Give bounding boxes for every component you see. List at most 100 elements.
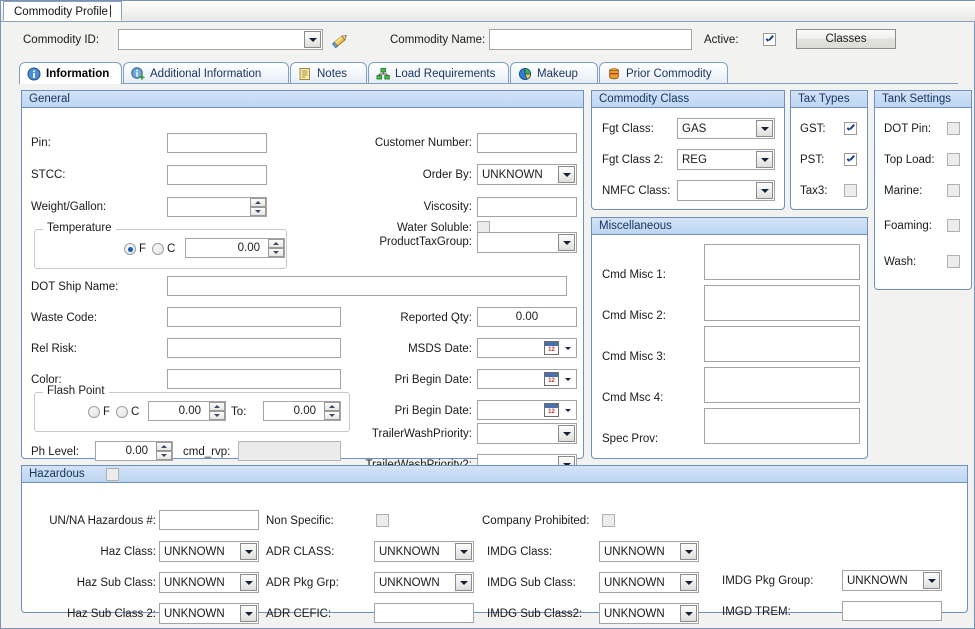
adr-class-combo[interactable]: UNKNOWN bbox=[374, 541, 474, 562]
fgt-class2-dropdown-button[interactable] bbox=[756, 151, 773, 168]
tab-information[interactable]: Information bbox=[19, 62, 122, 84]
pin-input[interactable] bbox=[167, 133, 267, 153]
product-tax-group-combo[interactable] bbox=[477, 232, 577, 253]
imdg-sub-class-combo[interactable]: UNKNOWN bbox=[599, 572, 699, 593]
foaming-checkbox[interactable] bbox=[947, 219, 960, 232]
customer-number-input[interactable] bbox=[477, 133, 577, 153]
wash-checkbox[interactable] bbox=[947, 255, 960, 268]
adr-pkg-grp-dropdown-button[interactable] bbox=[455, 574, 472, 591]
temperature-stepper-down[interactable] bbox=[268, 248, 284, 257]
document-tab-label: Commodity Profile bbox=[14, 6, 108, 18]
commodity-id-combo[interactable] bbox=[118, 29, 323, 50]
non-specific-checkbox[interactable] bbox=[376, 514, 389, 527]
trailer-wash-priority-dropdown-button[interactable] bbox=[558, 425, 575, 442]
temperature-stepper[interactable] bbox=[268, 239, 284, 257]
imdg-pkg-group-dropdown-button[interactable] bbox=[923, 572, 940, 589]
pst-checkbox[interactable] bbox=[844, 153, 857, 166]
flash-point-from-stepper-up[interactable] bbox=[209, 402, 225, 411]
company-prohibited-checkbox[interactable] bbox=[602, 514, 615, 527]
tab-prior-commodity[interactable]: Prior Commodity bbox=[599, 62, 728, 84]
pri-begin-date-picker-buttons[interactable]: 12 bbox=[508, 370, 574, 388]
product-tax-group-dropdown-button[interactable] bbox=[558, 234, 575, 251]
imdg-pkg-group-combo[interactable]: UNKNOWN bbox=[842, 570, 942, 591]
tab-additional-information[interactable]: Additional Information bbox=[123, 62, 289, 84]
msds-date-picker-buttons[interactable]: 12 bbox=[508, 339, 574, 357]
viscosity-input[interactable] bbox=[477, 197, 577, 217]
imdg-sub-class-dropdown-button[interactable] bbox=[680, 574, 697, 591]
active-checkbox[interactable] bbox=[763, 33, 776, 46]
pencil-icon[interactable] bbox=[331, 31, 351, 49]
trailer-wash-priority-combo[interactable] bbox=[477, 423, 577, 444]
flash-point-from-stepper[interactable] bbox=[209, 402, 225, 420]
haz-sub-class-combo[interactable]: UNKNOWN bbox=[159, 572, 259, 593]
flash-point-c-radio[interactable] bbox=[116, 406, 128, 418]
pri-begin-date-dropdown-button[interactable] bbox=[562, 378, 574, 381]
weight-gallon-stepper[interactable] bbox=[250, 198, 266, 216]
ph-level-stepper[interactable] bbox=[156, 442, 172, 460]
pri-begin-date2-picker-buttons[interactable]: 12 bbox=[508, 401, 574, 419]
imgd-trem-input[interactable] bbox=[842, 601, 942, 621]
temperature-stepper-up[interactable] bbox=[268, 239, 284, 248]
calendar-icon[interactable]: 12 bbox=[544, 403, 559, 417]
adr-class-value: UNKNOWN bbox=[379, 542, 453, 561]
stcc-input[interactable] bbox=[167, 165, 267, 185]
nmfc-class-value bbox=[682, 181, 754, 200]
reported-qty-input[interactable]: 0.00 bbox=[477, 307, 577, 327]
tax3-checkbox[interactable] bbox=[844, 184, 857, 197]
commodity-name-input[interactable] bbox=[489, 29, 692, 50]
commodity-id-dropdown-button[interactable] bbox=[304, 31, 321, 48]
nmfc-class-combo[interactable] bbox=[677, 180, 775, 201]
cmd-misc2-input[interactable] bbox=[704, 285, 860, 321]
order-by-dropdown-button[interactable] bbox=[558, 166, 575, 183]
chevron-down-icon bbox=[245, 612, 253, 616]
nmfc-class-dropdown-button[interactable] bbox=[756, 182, 773, 199]
calendar-icon[interactable]: 12 bbox=[544, 341, 559, 355]
flash-point-from-stepper-down[interactable] bbox=[209, 411, 225, 420]
top-load-checkbox[interactable] bbox=[947, 153, 960, 166]
tank-settings-panel: Tank Settings DOT Pin: Top Load: Marine:… bbox=[874, 90, 972, 290]
flash-point-f-radio[interactable] bbox=[88, 406, 100, 418]
calendar-icon[interactable]: 12 bbox=[544, 372, 559, 386]
imdg-sub-class2-dropdown-button[interactable] bbox=[680, 605, 697, 622]
fgt-class2-combo[interactable]: REG bbox=[677, 149, 775, 170]
tab-makeup[interactable]: Makeup bbox=[510, 62, 598, 84]
hazardous-enabled-checkbox[interactable] bbox=[106, 468, 119, 481]
adr-pkg-grp-combo[interactable]: UNKNOWN bbox=[374, 572, 474, 593]
adr-class-dropdown-button[interactable] bbox=[455, 543, 472, 560]
pri-begin-date2-dropdown-button[interactable] bbox=[562, 409, 574, 412]
tab-notes[interactable]: Notes bbox=[290, 62, 367, 84]
temperature-f-radio[interactable] bbox=[124, 243, 136, 255]
cmd-misc4-input[interactable] bbox=[704, 367, 860, 403]
classes-button[interactable]: Classes bbox=[796, 29, 896, 49]
haz-sub-class-dropdown-button[interactable] bbox=[240, 574, 257, 591]
haz-sub-class2-combo[interactable]: UNKNOWN bbox=[159, 603, 259, 624]
ph-level-stepper-down[interactable] bbox=[156, 451, 172, 460]
weight-gallon-stepper-up[interactable] bbox=[250, 198, 266, 207]
chevron-down-icon bbox=[214, 414, 220, 417]
unna-hazardous-input[interactable] bbox=[159, 510, 259, 530]
gst-checkbox[interactable] bbox=[844, 122, 857, 135]
info-add-icon bbox=[131, 67, 145, 81]
spec-prov-input[interactable] bbox=[704, 408, 860, 444]
document-tab-commodity-profile[interactable]: Commodity Profile bbox=[3, 1, 122, 21]
imdg-sub-class2-combo[interactable]: UNKNOWN bbox=[599, 603, 699, 624]
weight-gallon-stepper-down[interactable] bbox=[250, 207, 266, 216]
haz-class-combo[interactable]: UNKNOWN bbox=[159, 541, 259, 562]
order-by-combo[interactable]: UNKNOWN bbox=[477, 164, 577, 185]
haz-sub-class2-dropdown-button[interactable] bbox=[240, 605, 257, 622]
tab-load-requirements[interactable]: Load Requirements bbox=[368, 62, 509, 84]
dot-pin-checkbox[interactable] bbox=[947, 122, 960, 135]
cmd-misc3-input[interactable] bbox=[704, 326, 860, 362]
temperature-c-radio[interactable] bbox=[152, 243, 164, 255]
haz-class-dropdown-button[interactable] bbox=[240, 543, 257, 560]
ph-level-stepper-up[interactable] bbox=[156, 442, 172, 451]
adr-cefic-input[interactable] bbox=[374, 603, 474, 623]
fgt-class-combo[interactable]: GAS bbox=[677, 118, 775, 139]
marine-checkbox[interactable] bbox=[947, 184, 960, 197]
fgt-class-dropdown-button[interactable] bbox=[756, 120, 773, 137]
msds-date-dropdown-button[interactable] bbox=[562, 347, 574, 350]
cmd-misc1-input[interactable] bbox=[704, 244, 860, 280]
imdg-class-dropdown-button[interactable] bbox=[680, 543, 697, 560]
dot-ship-name-input[interactable] bbox=[167, 276, 567, 296]
imdg-class-combo[interactable]: UNKNOWN bbox=[599, 541, 699, 562]
